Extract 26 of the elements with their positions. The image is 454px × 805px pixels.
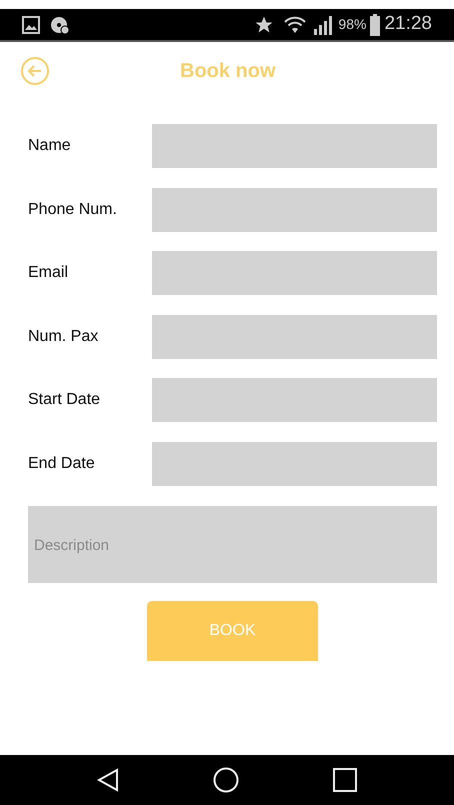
field-label: Start Date: [28, 390, 102, 410]
input-field[interactable]: [152, 378, 437, 422]
field-label: End Date: [28, 454, 96, 474]
input-field[interactable]: [152, 314, 437, 358]
disc-icon: [50, 14, 70, 34]
description-field[interactable]: Description: [28, 506, 437, 582]
input-field[interactable]: [152, 124, 437, 168]
input-field[interactable]: [152, 442, 437, 486]
clock-time: 21:28: [384, 12, 432, 36]
star-icon: [254, 14, 274, 34]
input-field[interactable]: [152, 251, 437, 295]
image-icon: [22, 16, 40, 34]
field-label: Name: [28, 136, 72, 156]
battery-icon: [370, 14, 380, 36]
field-label: Phone Num.: [28, 200, 118, 220]
wifi-icon: [284, 14, 306, 34]
back-icon[interactable]: [97, 768, 119, 792]
battery-percent: 98%: [338, 15, 366, 34]
recents-icon[interactable]: [333, 768, 357, 792]
field-label: Email: [28, 263, 70, 283]
home-icon[interactable]: [213, 767, 239, 793]
book-button[interactable]: BOOK: [147, 600, 318, 660]
field-label: Num. Pax: [28, 326, 100, 346]
page-title: Book now: [180, 59, 276, 84]
input-field[interactable]: [152, 188, 437, 232]
back-button[interactable]: [20, 56, 50, 86]
